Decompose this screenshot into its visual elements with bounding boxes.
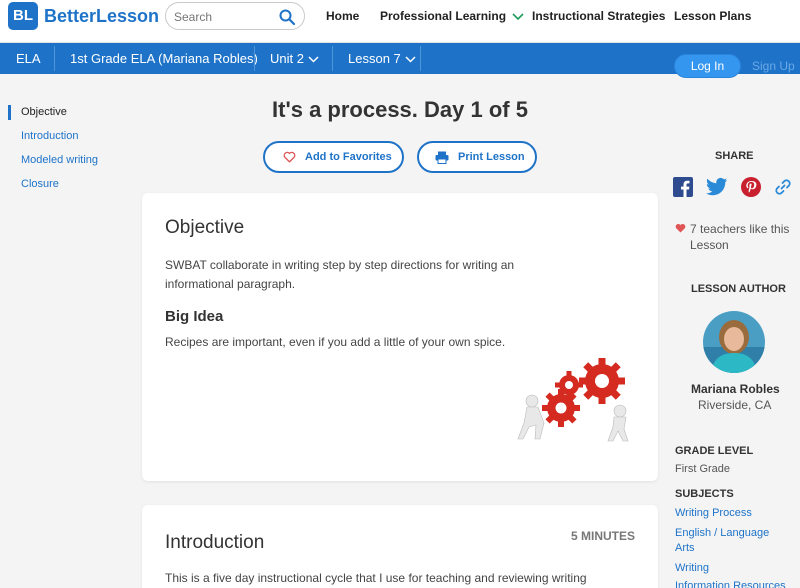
- subject-link[interactable]: English / Language Arts: [675, 526, 785, 556]
- sidebar-active-indicator: [8, 105, 11, 120]
- nav-home[interactable]: Home: [326, 9, 359, 23]
- big-idea-heading: Big Idea: [165, 308, 224, 325]
- breadcrumb-divider: [332, 46, 333, 71]
- search-icon[interactable]: [278, 8, 296, 26]
- breadcrumb-subject[interactable]: ELA: [16, 51, 41, 66]
- share-heading: SHARE: [715, 150, 754, 162]
- add-to-favorites-button[interactable]: Add to Favorites: [263, 141, 404, 173]
- grade-level-heading: GRADE LEVEL: [675, 445, 754, 457]
- likes-count: 7 teachers like this Lesson: [690, 222, 790, 252]
- introduction-heading: Introduction: [165, 532, 265, 553]
- sidebar-item-closure[interactable]: Closure: [21, 178, 59, 190]
- subject-link[interactable]: Writing: [675, 562, 709, 574]
- gears-illustration: [517, 358, 629, 442]
- sidebar-item-objective[interactable]: Objective: [21, 106, 67, 118]
- breadcrumb-lesson-label: Lesson 7: [348, 51, 401, 66]
- facebook-icon[interactable]: [673, 177, 693, 197]
- chevron-down-icon: [308, 56, 319, 63]
- breadcrumb-divider: [254, 46, 255, 71]
- print-lesson-button[interactable]: Print Lesson: [417, 141, 537, 173]
- heart-outline-icon: [283, 151, 296, 163]
- heart-icon: [675, 223, 686, 233]
- subject-link[interactable]: Writing Process: [675, 507, 752, 519]
- lesson-author-heading: LESSON AUTHOR: [691, 283, 786, 295]
- print-lesson-label: Print Lesson: [458, 151, 525, 163]
- subjects-heading: SUBJECTS: [675, 488, 734, 500]
- breadcrumb-unit-label: Unit 2: [270, 51, 304, 66]
- add-to-favorites-label: Add to Favorites: [305, 151, 392, 163]
- search-input[interactable]: [174, 8, 274, 26]
- brand-logo[interactable]: BL: [8, 2, 38, 30]
- nav-instructional-strategies[interactable]: Instructional Strategies: [532, 9, 665, 23]
- chevron-down-icon: [512, 13, 524, 20]
- sidebar-item-introduction[interactable]: Introduction: [21, 130, 78, 142]
- link-icon[interactable]: [773, 177, 793, 197]
- author-location: Riverside, CA: [698, 398, 772, 412]
- brand-name[interactable]: BetterLesson: [44, 6, 159, 27]
- nav-professional-learning-label: Professional Learning: [380, 9, 507, 23]
- objective-heading: Objective: [165, 217, 245, 238]
- breadcrumb-lesson[interactable]: Lesson 7: [348, 51, 416, 66]
- breadcrumb-course[interactable]: 1st Grade ELA (Mariana Robles): [70, 51, 258, 66]
- twitter-icon[interactable]: [706, 177, 728, 197]
- grade-level-value: First Grade: [675, 463, 731, 475]
- duration-label: 5 MINUTES: [570, 529, 635, 543]
- signup-link[interactable]: Sign Up: [752, 59, 795, 73]
- nav-lesson-plans[interactable]: Lesson Plans: [674, 9, 751, 23]
- author-name[interactable]: Mariana Robles: [691, 382, 780, 396]
- page-title: It's a process. Day 1 of 5: [272, 97, 528, 122]
- pinterest-icon[interactable]: [741, 177, 761, 197]
- subject-link[interactable]: Information Resources: [675, 580, 786, 588]
- breadcrumb-divider: [54, 46, 55, 71]
- introduction-card: Introduction 5 MINUTES This is a five da…: [142, 505, 658, 588]
- nav-professional-learning[interactable]: Professional Learning: [380, 9, 524, 23]
- author-photo: [703, 311, 765, 373]
- search-box: [165, 2, 305, 30]
- chevron-down-icon: [405, 56, 416, 63]
- objective-text: SWBAT collaborate in writing step by ste…: [165, 258, 515, 291]
- avatar[interactable]: [703, 311, 765, 373]
- objective-card: Objective SWBAT collaborate in writing s…: [142, 193, 658, 481]
- top-navbar: BL BetterLesson Home Professional Learni…: [0, 0, 800, 43]
- printer-icon: [435, 151, 449, 164]
- breadcrumb-unit[interactable]: Unit 2: [270, 51, 319, 66]
- breadcrumb-divider: [420, 46, 421, 71]
- introduction-text: This is a five day instructional cycle t…: [165, 571, 587, 585]
- login-button[interactable]: Log In: [674, 54, 741, 78]
- sidebar-item-modeled-writing[interactable]: Modeled writing: [21, 154, 98, 166]
- big-idea-text: Recipes are important, even if you add a…: [165, 335, 506, 349]
